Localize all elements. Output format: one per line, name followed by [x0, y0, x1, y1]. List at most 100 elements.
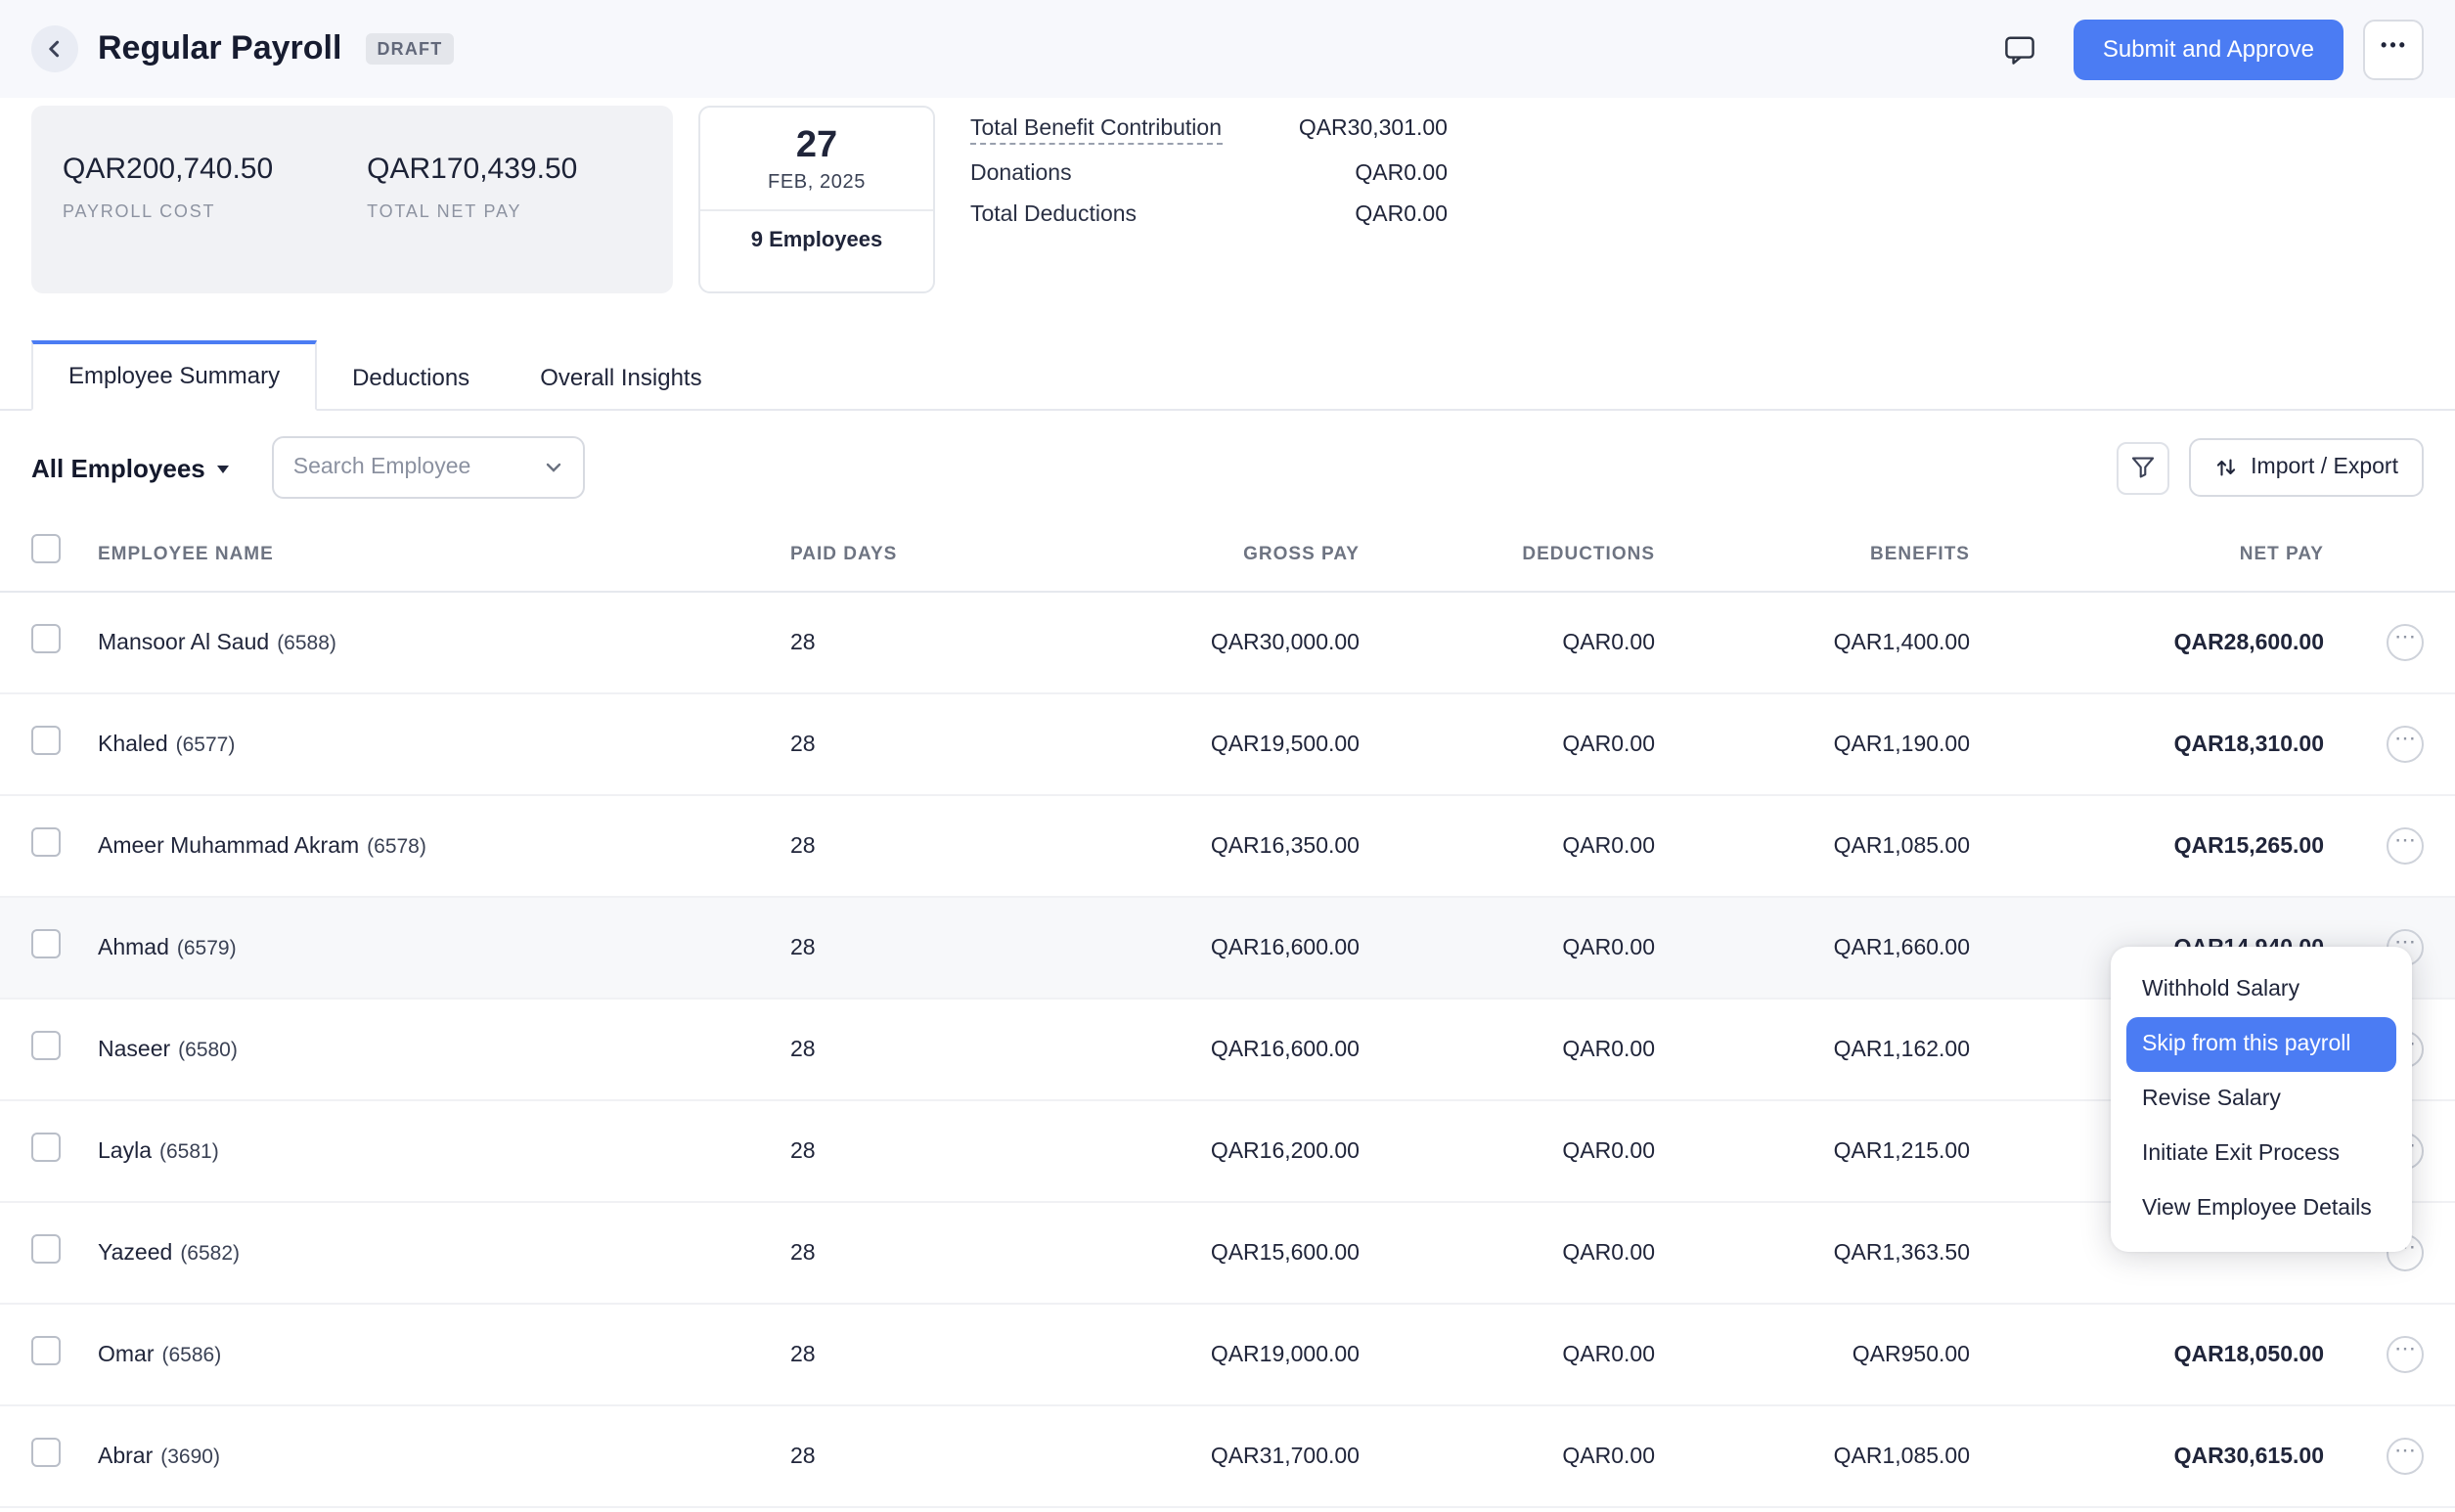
table-row[interactable]: Khaled (6577) 28 QAR19,500.00 QAR0.00 QA…: [0, 694, 2455, 796]
row-checkbox[interactable]: [31, 1132, 61, 1161]
table-row[interactable]: Omar (6586) 28 QAR19,000.00 QAR0.00 QAR9…: [0, 1305, 2455, 1406]
summary-stat-row: Donations QAR0.00: [970, 162, 1448, 186]
more-dots-icon: •••: [2381, 35, 2408, 55]
gross-pay-cell: QAR16,350.00: [908, 834, 1360, 858]
context-menu-item[interactable]: Skip from this payroll: [2126, 1017, 2396, 1072]
table-row[interactable]: Layla (6581) 28 QAR16,200.00 QAR0.00 QAR…: [0, 1101, 2455, 1203]
filter-button[interactable]: [2116, 441, 2168, 494]
employee-filter-dropdown[interactable]: All Employees: [31, 453, 229, 482]
row-checkbox[interactable]: [31, 826, 61, 856]
table-row[interactable]: Ameer Muhammad Akram (6578) 28 QAR16,350…: [0, 796, 2455, 898]
pay-date-month-year: FEB, 2025: [768, 172, 866, 194]
row-more-icon[interactable]: ⋯: [2387, 827, 2424, 865]
table-row[interactable]: Mansoor Al Saud (6588) 28 QAR30,000.00 Q…: [0, 593, 2455, 694]
tab[interactable]: Deductions: [317, 346, 505, 411]
stat-label: Donations: [970, 162, 1072, 186]
total-net-pay-label: TOTAL NET PAY: [367, 201, 577, 221]
tab[interactable]: Employee Summary: [31, 340, 317, 411]
table-row[interactable]: Abrar (3690) 28 QAR31,700.00 QAR0.00 QAR…: [0, 1406, 2455, 1508]
gross-pay-cell: QAR15,600.00: [908, 1241, 1360, 1265]
import-export-button[interactable]: Import / Export: [2188, 438, 2424, 497]
tab-label: Employee Summary: [68, 362, 280, 389]
comment-icon: [2004, 32, 2037, 66]
benefits-cell: QAR1,660.00: [1655, 936, 1970, 959]
status-badge: DRAFT: [365, 33, 454, 65]
col-net-pay: NET PAY: [1970, 543, 2324, 564]
employee-name: Omar: [98, 1343, 155, 1366]
import-export-label: Import / Export: [2251, 456, 2398, 479]
row-more-icon[interactable]: ⋯: [2387, 1438, 2424, 1475]
row-checkbox[interactable]: [31, 1233, 61, 1263]
row-checkbox[interactable]: [31, 1030, 61, 1059]
paid-days-cell: 28: [790, 1038, 908, 1061]
employee-name: Yazeed: [98, 1241, 172, 1265]
paid-days-cell: 28: [790, 1445, 908, 1468]
row-more-icon[interactable]: ⋯: [2387, 1336, 2424, 1373]
context-menu-item[interactable]: View Employee Details: [2126, 1181, 2396, 1236]
filter-row: All Employees Search Employee Import / E…: [0, 436, 2455, 499]
employee-id: (6578): [367, 834, 426, 858]
employee-name: Ahmad: [98, 936, 169, 959]
total-net-pay-block: QAR170,439.50 TOTAL NET PAY: [367, 153, 577, 293]
back-button[interactable]: [31, 25, 78, 72]
gross-pay-cell: QAR16,200.00: [908, 1139, 1360, 1163]
table-row[interactable]: Yazeed (6582) 28 QAR15,600.00 QAR0.00 QA…: [0, 1203, 2455, 1305]
col-gross-pay: GROSS PAY: [908, 543, 1360, 564]
page-title: Regular Payroll: [98, 29, 341, 68]
col-paid-days: PAID DAYS: [790, 543, 908, 564]
employee-name: Naseer: [98, 1038, 170, 1061]
employee-name: Layla: [98, 1139, 152, 1163]
select-all-checkbox[interactable]: [31, 534, 61, 563]
table-header: EMPLOYEE NAME PAID DAYS GROSS PAY DEDUCT…: [0, 522, 2455, 593]
payroll-summary: QAR200,740.50 PAYROLL COST QAR170,439.50…: [0, 98, 2455, 293]
gross-pay-cell: QAR16,600.00: [908, 936, 1360, 959]
row-checkbox[interactable]: [31, 623, 61, 652]
caret-down-icon: [217, 466, 229, 473]
employee-filter-label: All Employees: [31, 453, 205, 482]
net-pay-cell: QAR18,050.00: [1970, 1343, 2324, 1366]
chevron-down-icon: [544, 458, 563, 477]
payroll-cost-block: QAR200,740.50 PAYROLL COST: [63, 153, 273, 293]
deductions-cell: QAR0.00: [1360, 1038, 1655, 1061]
paid-days-cell: 28: [790, 631, 908, 654]
summary-stat-row: Total Benefit Contribution QAR30,301.00: [970, 117, 1448, 145]
paid-days-cell: 28: [790, 1241, 908, 1265]
net-pay-cell: QAR30,615.00: [1970, 1445, 2324, 1468]
deductions-cell: QAR0.00: [1360, 1445, 1655, 1468]
row-checkbox[interactable]: [31, 1335, 61, 1364]
paid-days-cell: 28: [790, 1343, 908, 1366]
table-row[interactable]: Naseer (6580) 28 QAR16,600.00 QAR0.00 QA…: [0, 1000, 2455, 1101]
employee-search-select[interactable]: Search Employee: [272, 436, 585, 499]
row-checkbox[interactable]: [31, 928, 61, 957]
context-menu-item[interactable]: Revise Salary: [2126, 1072, 2396, 1127]
gross-pay-cell: QAR31,700.00: [908, 1445, 1360, 1468]
stat-label: Total Benefit Contribution: [970, 117, 1222, 145]
row-more-icon[interactable]: ⋯: [2387, 624, 2424, 661]
deductions-cell: QAR0.00: [1360, 1241, 1655, 1265]
tab[interactable]: Overall Insights: [505, 346, 736, 411]
gross-pay-cell: QAR19,500.00: [908, 733, 1360, 756]
employee-id: (6588): [277, 631, 336, 654]
filter-funnel-icon: [2129, 454, 2155, 481]
comment-button[interactable]: [1987, 20, 2054, 78]
context-menu-item[interactable]: Initiate Exit Process: [2126, 1127, 2396, 1181]
pay-date-card: 27 FEB, 2025 9 Employees: [698, 106, 935, 293]
row-more-icon[interactable]: ⋯: [2387, 726, 2424, 763]
col-benefits: BENEFITS: [1655, 543, 1970, 564]
tab-label: Deductions: [352, 364, 469, 391]
net-pay-cell: QAR15,265.00: [1970, 834, 2324, 858]
deductions-cell: QAR0.00: [1360, 733, 1655, 756]
table-row[interactable]: Ahmad (6579) 28 QAR16,600.00 QAR0.00 QAR…: [0, 898, 2455, 1000]
benefits-cell: QAR950.00: [1655, 1343, 1970, 1366]
tab-bar: Employee Summary Deductions Overall Insi…: [0, 340, 2455, 411]
row-checkbox[interactable]: [31, 1437, 61, 1466]
context-menu-item[interactable]: Withhold Salary: [2126, 962, 2396, 1017]
row-checkbox[interactable]: [31, 725, 61, 754]
employee-id: (6577): [176, 733, 236, 756]
employee-id: (6579): [177, 936, 237, 959]
col-employee-name: EMPLOYEE NAME: [98, 543, 790, 564]
total-net-pay-value: QAR170,439.50: [367, 153, 577, 186]
row-context-menu: Withhold Salary Skip from this payroll R…: [2111, 947, 2412, 1252]
submit-approve-button[interactable]: Submit and Approve: [2074, 19, 2343, 79]
more-options-button[interactable]: •••: [2363, 19, 2424, 79]
